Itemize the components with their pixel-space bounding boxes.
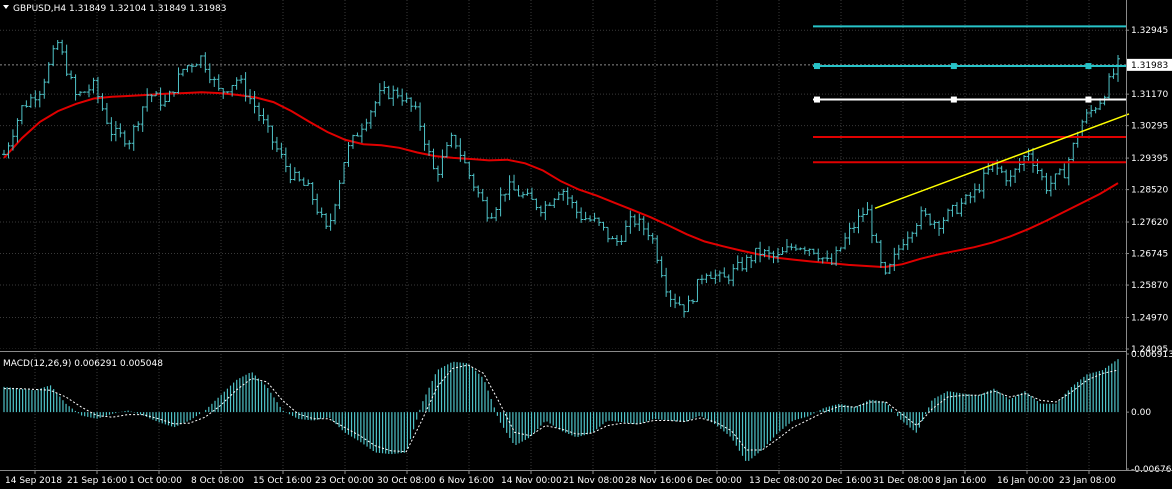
level-handle[interactable] [950,63,957,70]
price-tick-label: 1.24970 [1131,313,1168,323]
chart-background [0,0,1172,489]
time-tick-label: 30 Oct 08:00 [377,476,436,486]
symbol-header: GBPUSD,H4 1.31849 1.32104 1.31849 1.3198… [13,4,226,14]
level-handle[interactable] [1085,63,1092,70]
level-handle[interactable] [1085,96,1092,103]
price-tick-label: 1.31170 [1131,90,1168,100]
time-tick-label: 13 Dec 08:00 [749,476,810,486]
time-tick-label: 6 Dec 00:00 [687,476,742,486]
price-tick-label: 1.30295 [1131,122,1168,132]
time-tick-label: 23 Jan 08:00 [1059,476,1116,486]
time-tick-label: 21 Sep 16:00 [67,476,127,486]
time-tick-label: 6 Nov 16:00 [439,476,494,486]
time-tick-label: 14 Nov 00:00 [501,476,562,486]
macd-tick-label: 0.006913 [1131,350,1172,360]
price-tick-label: 1.32945 [1131,26,1168,36]
price-tick-label: 1.25870 [1131,281,1168,291]
time-tick-label: 28 Nov 16:00 [625,476,686,486]
price-tick-label: 1.28520 [1131,186,1168,196]
time-tick-label: 20 Dec 16:00 [811,476,872,486]
price-tick-label: 1.29395 [1131,154,1168,164]
time-tick-label: 8 Jan 16:00 [935,476,987,486]
time-tick-label: 8 Oct 08:00 [191,476,244,486]
time-tick-label: 21 Nov 08:00 [563,476,624,486]
macd-header: MACD(12,26,9) 0.006291 0.005048 [3,359,163,369]
current-price-label: 1.31983 [1131,61,1168,71]
time-tick-label: 16 Jan 00:00 [997,476,1054,486]
time-tick-label: 1 Oct 00:00 [129,476,182,486]
time-tick-label: 31 Dec 08:00 [873,476,934,486]
time-tick-label: 15 Oct 16:00 [253,476,312,486]
time-tick-label: 23 Oct 00:00 [315,476,374,486]
chart-canvas[interactable]: 1.32945 1.31170 1.30295 1.29395 1.28520 1.276… [0,0,1172,489]
macd-tick-label: 0.00 [1131,408,1151,418]
level-handle[interactable] [814,63,820,70]
price-tick-label: 1.26745 [1131,250,1168,260]
time-tick-label: 14 Sep 2018 [5,476,62,486]
level-handle[interactable] [814,96,820,103]
level-handle[interactable] [950,96,957,103]
price-tick-label: 1.27620 [1131,218,1168,228]
